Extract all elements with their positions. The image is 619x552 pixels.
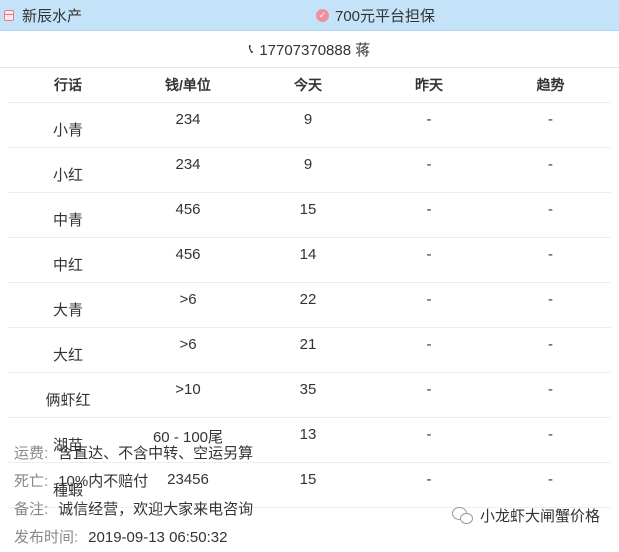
shipping-note: 运费: 含直达、不含中转、空运另算 xyxy=(14,440,253,468)
row-yesterday: - xyxy=(368,102,490,148)
remark-value: 诚信经营，欢迎大家来电咨询 xyxy=(58,501,254,518)
row-trend: - xyxy=(490,327,611,373)
remark-label: 备注: xyxy=(14,501,49,518)
row-yesterday: - xyxy=(368,192,490,238)
remark-note: 备注: 诚信经营，欢迎大家来电咨询 xyxy=(14,496,253,524)
row-yesterday: - xyxy=(368,372,490,418)
row-yesterday: - xyxy=(368,327,490,373)
row-today: 35 xyxy=(248,372,368,418)
row-today: 9 xyxy=(248,147,368,193)
publish-value: 2019-09-13 06:50:32 xyxy=(88,529,228,546)
row-trend: - xyxy=(490,282,611,328)
table-header-row: 行话 钱/单位 今天 昨天 趋势 xyxy=(8,68,611,103)
row-trend: - xyxy=(490,102,611,148)
row-today: 21 xyxy=(248,327,368,373)
contact-phone: 17707370888 蒋 xyxy=(259,41,371,59)
row-price: 456 xyxy=(128,237,248,283)
row-today: 13 xyxy=(248,417,368,463)
row-yesterday: - xyxy=(368,237,490,283)
row-yesterday: - xyxy=(368,147,490,193)
row-yesterday: - xyxy=(368,417,490,463)
row-name: 俩虾红 xyxy=(8,372,128,418)
header-yesterday: 昨天 xyxy=(368,68,490,103)
table-row: 俩虾红 >10 35 - - xyxy=(8,372,611,418)
row-today: 15 xyxy=(248,192,368,238)
shop-name: 新辰水产 xyxy=(22,7,83,25)
shop-icon xyxy=(4,9,14,21)
death-note: 死亡: 10%内不赔付 xyxy=(14,468,253,496)
table-row: 大红 >6 21 - - xyxy=(8,327,611,373)
row-price: >6 xyxy=(128,327,248,373)
header-price-unit: 钱/单位 xyxy=(128,68,248,103)
row-name: 小青 xyxy=(8,102,128,148)
shipping-value: 含直达、不含中转、空运另算 xyxy=(58,445,254,462)
header-trend: 趋势 xyxy=(490,68,611,103)
table-row: 中青 456 15 - - xyxy=(8,192,611,238)
header-jargon: 行话 xyxy=(8,68,128,103)
row-yesterday: - xyxy=(368,462,490,508)
row-price: 234 xyxy=(128,147,248,193)
row-trend: - xyxy=(490,372,611,418)
row-trend: - xyxy=(490,417,611,463)
row-name: 大红 xyxy=(8,327,128,373)
row-trend: - xyxy=(490,192,611,238)
notes-section: 运费: 含直达、不含中转、空运另算 死亡: 10%内不赔付 备注: 诚信经营，欢迎大家… xyxy=(14,440,253,552)
death-label: 死亡: xyxy=(14,473,49,490)
death-value: 10%内不赔付 xyxy=(58,473,149,490)
row-today: 9 xyxy=(248,102,368,148)
watermark-text: 小龙虾大闸蟹价格 xyxy=(480,508,601,525)
header-today: 今天 xyxy=(248,68,368,103)
row-today: 15 xyxy=(248,462,368,508)
table-row: 中红 456 14 - - xyxy=(8,237,611,283)
row-today: 14 xyxy=(248,237,368,283)
table-row: 大青 >6 22 - - xyxy=(8,282,611,328)
row-price: 456 xyxy=(128,192,248,238)
row-name: 大青 xyxy=(8,282,128,328)
row-trend: - xyxy=(490,147,611,193)
publish-label: 发布时间: xyxy=(14,529,79,546)
guarantee-text: 700元平台担保 xyxy=(335,7,436,25)
row-name: 小红 xyxy=(8,147,128,193)
row-price: >6 xyxy=(128,282,248,328)
wechat-icon xyxy=(452,506,474,525)
guarantee-info[interactable]: ✓ 700元平台担保 xyxy=(316,0,435,30)
row-name: 中红 xyxy=(8,237,128,283)
table-row: 小红 234 9 - - xyxy=(8,147,611,193)
shop-info[interactable]: 新辰水产 xyxy=(4,0,82,30)
contact-row[interactable]: 📞︎ 17707370888 蒋 xyxy=(0,31,619,68)
publish-time-note: 发布时间: 2019-09-13 06:50:32 xyxy=(14,524,253,552)
top-bar: 新辰水产 ✓ 700元平台担保 xyxy=(0,0,619,31)
table-row: 小青 234 9 - - xyxy=(8,102,611,148)
row-price: 234 xyxy=(128,102,248,148)
row-price: >10 xyxy=(128,372,248,418)
shipping-label: 运费: xyxy=(14,445,49,462)
phone-icon: 📞︎ xyxy=(248,41,254,56)
row-name: 中青 xyxy=(8,192,128,238)
row-yesterday: - xyxy=(368,282,490,328)
watermark: 小龙虾大闸蟹价格 xyxy=(452,505,600,526)
row-today: 22 xyxy=(248,282,368,328)
row-trend: - xyxy=(490,462,611,508)
row-trend: - xyxy=(490,237,611,283)
guarantee-icon: ✓ xyxy=(316,8,329,22)
